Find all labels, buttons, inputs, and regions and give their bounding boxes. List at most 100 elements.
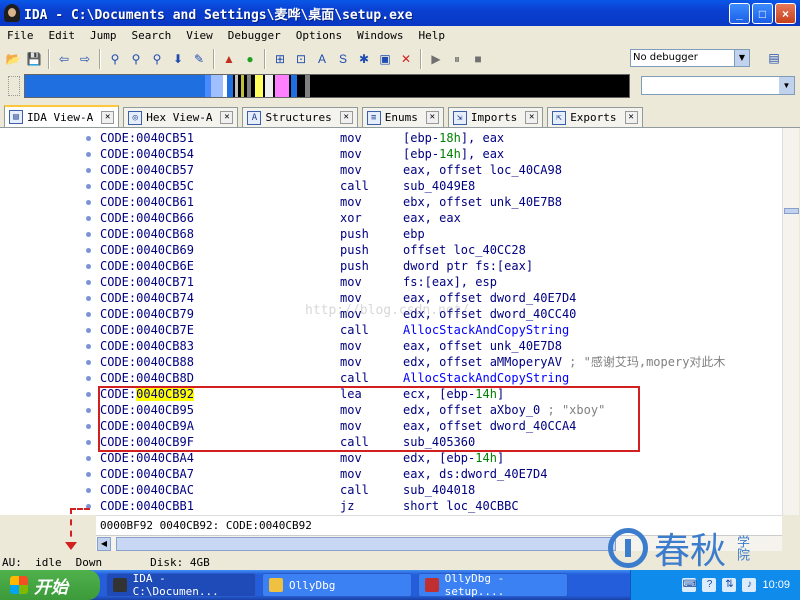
disasm-operands[interactable]: edx, [ebp-14h] <box>403 450 504 466</box>
disasm-operands[interactable]: eax, offset loc_40CA98 <box>403 162 562 178</box>
volume-icon[interactable]: ♪ <box>742 578 757 592</box>
help-icon[interactable]: ? <box>702 578 717 592</box>
disasm-address[interactable]: CODE:0040CB79 <box>100 306 194 322</box>
disasm-address[interactable]: CODE:0040CB51 <box>100 130 194 146</box>
minimize-button[interactable]: _ <box>729 3 750 24</box>
disasm-operand-text[interactable]: eax, offset loc_40CA98 <box>403 163 562 177</box>
navigation-band[interactable] <box>24 74 630 98</box>
disasm-operands[interactable]: eax, ds:dword_40E7D4 <box>403 466 548 482</box>
close-icon[interactable]: ✕ <box>624 111 638 124</box>
disassembly-view[interactable]: CODE:0040CB51 mov [ebp-18h], eax CODE:0040C… <box>96 128 782 515</box>
disasm-operand-text[interactable]: edx, offset aMMoperyAV <box>403 355 562 369</box>
close-icon[interactable]: ✕ <box>525 111 539 124</box>
breakpoint-dot-icon[interactable] <box>86 312 91 317</box>
scroll-thumb[interactable] <box>784 208 799 214</box>
disasm-address[interactable]: CODE:0040CBAC <box>100 482 194 498</box>
scroll-left-icon[interactable]: ◀ <box>97 537 111 551</box>
stop-icon[interactable]: ■ <box>469 50 487 68</box>
disasm-mnemonic[interactable]: call <box>340 370 369 386</box>
close-icon[interactable]: ✕ <box>220 111 234 124</box>
pause-icon[interactable]: ⏸ <box>448 50 466 68</box>
comment-icon[interactable]: ▣ <box>376 50 394 68</box>
disasm-address[interactable]: CODE:0040CB6E <box>100 258 194 274</box>
breakpoint-dot-icon[interactable] <box>86 408 91 413</box>
properties-icon[interactable]: ▤ <box>765 49 783 67</box>
delete-icon[interactable]: ✕ <box>397 50 415 68</box>
tab-imports[interactable]: ⇲ Imports ✕ <box>447 107 544 127</box>
green-circle-icon[interactable]: ● <box>241 50 259 68</box>
save-icon[interactable]: 💾 <box>25 50 43 68</box>
disasm-operands[interactable]: short loc_40CBBC <box>403 498 519 514</box>
breakpoint-dot-icon[interactable] <box>86 168 91 173</box>
disasm-mnemonic[interactable]: mov <box>340 466 362 482</box>
disasm-mnemonic[interactable]: mov <box>340 130 362 146</box>
breakpoint-dot-icon[interactable] <box>86 344 91 349</box>
disasm-mnemonic[interactable]: jz <box>340 498 354 514</box>
scroll-thumb[interactable] <box>116 537 616 551</box>
disasm-address[interactable]: CODE:0040CBA4 <box>100 450 194 466</box>
disasm-mnemonic[interactable]: call <box>340 178 369 194</box>
open-file-icon[interactable]: 📂 <box>4 50 22 68</box>
jump-down-icon[interactable]: ⬇ <box>169 50 187 68</box>
breakpoint-dot-icon[interactable] <box>86 136 91 141</box>
breakpoint-dot-icon[interactable] <box>86 248 91 253</box>
disasm-mnemonic[interactable]: call <box>340 482 369 498</box>
disasm-address[interactable]: CODE:0040CB68 <box>100 226 194 242</box>
menu-jump[interactable]: Jump <box>83 29 125 42</box>
tab-hex-view-a[interactable]: ◎ Hex View-A ✕ <box>123 107 239 127</box>
breakpoint-dot-icon[interactable] <box>86 152 91 157</box>
menu-debugger[interactable]: Debugger <box>221 29 289 42</box>
menu-edit[interactable]: Edit <box>42 29 84 42</box>
close-button[interactable]: × <box>775 3 796 24</box>
disasm-mnemonic[interactable]: mov <box>340 162 362 178</box>
disasm-mnemonic[interactable]: mov <box>340 338 362 354</box>
breakpoint-dot-icon[interactable] <box>86 280 91 285</box>
debugger-select[interactable]: No debugger ▼ <box>630 49 750 67</box>
disasm-mnemonic[interactable]: mov <box>340 274 362 290</box>
disasm-operands[interactable]: AllocStackAndCopyString <box>403 370 569 386</box>
disasm-operand-text[interactable]: ebp <box>403 227 425 241</box>
breakpoint-dot-icon[interactable] <box>86 424 91 429</box>
disasm-operand-text[interactable]: [ebp-18h], eax <box>403 131 504 145</box>
taskbar-item-ida[interactable]: IDA - C:\Documen... <box>106 572 256 598</box>
disasm-address[interactable]: CODE:0040CB7E <box>100 322 194 338</box>
maximize-button[interactable]: □ <box>752 3 773 24</box>
disasm-operand-text[interactable]: short loc_40CBBC <box>403 499 519 513</box>
breakpoint-dot-icon[interactable] <box>86 232 91 237</box>
binoculars-text-icon[interactable]: ⚲ <box>127 50 145 68</box>
taskbar-item-ollydbg[interactable]: OllyDbg <box>262 573 412 597</box>
breakpoint-dot-icon[interactable] <box>86 296 91 301</box>
disasm-address[interactable]: CODE:0040CB66 <box>100 210 194 226</box>
disasm-mnemonic[interactable]: push <box>340 226 369 242</box>
menu-search[interactable]: Search <box>125 29 180 42</box>
breakpoint-dot-icon[interactable] <box>86 376 91 381</box>
disasm-mnemonic[interactable]: push <box>340 242 369 258</box>
disasm-address[interactable]: CODE:0040CB74 <box>100 290 194 306</box>
disasm-address[interactable]: CODE:0040CBB1 <box>100 498 194 514</box>
disasm-operand-text[interactable]: eax, eax <box>403 211 461 225</box>
disasm-operand-text[interactable]: [ebp-14h], eax <box>403 147 504 161</box>
disasm-operands[interactable]: sub_404018 <box>403 482 475 498</box>
disasm-address[interactable]: CODE:0040CBA7 <box>100 466 194 482</box>
breakpoint-dot-icon[interactable] <box>86 472 91 477</box>
disasm-mnemonic[interactable]: push <box>340 258 369 274</box>
breakpoint-dot-icon[interactable] <box>86 456 91 461</box>
close-icon[interactable]: ✕ <box>339 111 353 124</box>
disasm-operands[interactable]: [ebp-18h], eax <box>403 130 504 146</box>
breakpoint-dot-icon[interactable] <box>86 392 91 397</box>
disasm-operands[interactable]: eax, eax <box>403 210 461 226</box>
start-button[interactable]: 开始 <box>0 570 100 600</box>
disasm-operand-text[interactable]: sub_4049E8 <box>403 179 475 193</box>
menu-help[interactable]: Help <box>411 29 453 42</box>
back-arrow-icon[interactable]: ⇦ <box>55 50 73 68</box>
binoculars-icon[interactable]: ⚲ <box>106 50 124 68</box>
close-icon[interactable]: ✕ <box>101 110 115 124</box>
disasm-operand-text[interactable]: offset loc_40CC28 <box>403 243 526 257</box>
code-icon[interactable]: ⊞ <box>271 50 289 68</box>
disasm-mnemonic[interactable]: mov <box>340 450 362 466</box>
disasm-operand-text[interactable]: fs:[eax], esp <box>403 275 497 289</box>
disasm-operand-text[interactable]: ebx, offset unk_40E7B8 <box>403 195 562 209</box>
ida-app-icon[interactable] <box>4 4 20 22</box>
disasm-operand-text[interactable]: eax, ds:dword_40E7D4 <box>403 467 548 481</box>
tab-ida-view-a[interactable]: ▤ IDA View-A ✕ <box>4 105 120 127</box>
